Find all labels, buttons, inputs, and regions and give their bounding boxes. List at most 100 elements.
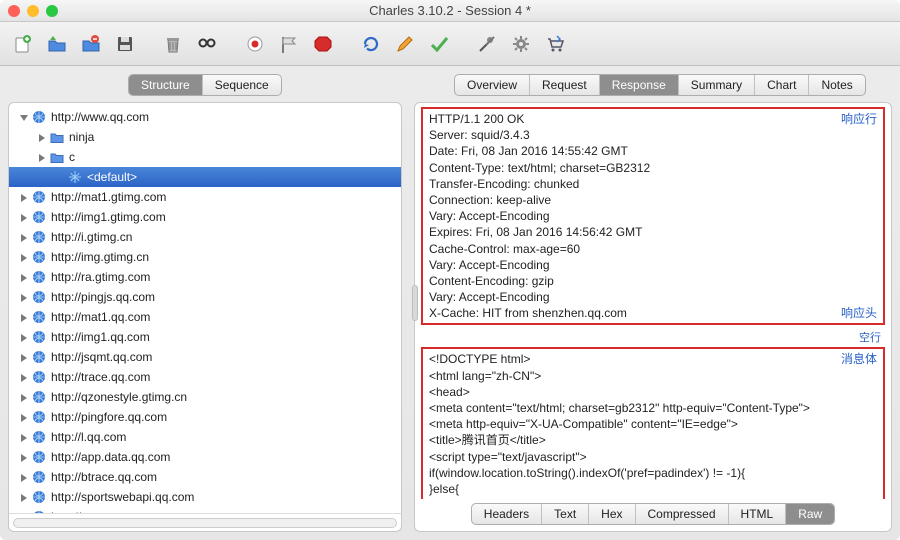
close-window-button[interactable] — [8, 5, 20, 17]
disclosure-right-icon[interactable] — [17, 491, 29, 503]
disclosure-right-icon[interactable] — [17, 291, 29, 303]
zoom-window-button[interactable] — [46, 5, 58, 17]
minimize-window-button[interactable] — [27, 5, 39, 17]
disclosure-right-icon[interactable] — [17, 271, 29, 283]
tab-request[interactable]: Request — [530, 75, 600, 95]
toolbar-record-icon[interactable] — [240, 29, 270, 59]
response-panel: 响应行 响应头 HTTP/1.1 200 OK Server: squid/3.… — [414, 102, 892, 532]
tab-overview[interactable]: Overview — [455, 75, 530, 95]
tree-host-row[interactable]: http://app.data.qq.com — [9, 447, 401, 467]
tree-host-row[interactable]: http://ra.gtimg.com — [9, 267, 401, 287]
tree-host-row[interactable]: http://trace.qq.com — [9, 367, 401, 387]
tree-host-row[interactable]: http://jsqmt.qq.com — [9, 347, 401, 367]
toolbar-trash-icon[interactable] — [158, 29, 188, 59]
format-tab-text[interactable]: Text — [542, 504, 589, 524]
blank-line-label: 空行 — [425, 329, 881, 345]
tree-host-row[interactable]: http://sportswebapi.qq.com — [9, 487, 401, 507]
toolbar — [0, 22, 900, 66]
window-controls — [8, 5, 58, 17]
response-format-tabs: HeadersTextHexCompressedHTMLRaw — [415, 499, 891, 531]
window-title: Charles 3.10.2 - Session 4 * — [369, 3, 531, 18]
tree-host-row[interactable]: http://mat1.qq.com — [9, 307, 401, 327]
disclosure-right-icon[interactable] — [17, 431, 29, 443]
tree-host-label: http://img1.gtimg.com — [51, 210, 166, 224]
tab-sequence[interactable]: Sequence — [203, 75, 281, 95]
disclosure-down-icon[interactable] — [17, 111, 29, 123]
tree-host-row[interactable]: http://btrace.qq.com — [9, 467, 401, 487]
tree-selected-row[interactable]: <default> — [9, 167, 401, 187]
tree-host-row[interactable]: http://i.gtimg.cn — [9, 227, 401, 247]
toolbar-refresh-icon[interactable] — [356, 29, 386, 59]
tree-folder-row[interactable]: ninja — [9, 127, 401, 147]
headers-label: 响应头 — [841, 305, 877, 321]
response-headers-box: 响应行 响应头 HTTP/1.1 200 OK Server: squid/3.… — [421, 107, 885, 325]
tree-host-label: http://app.data.qq.com — [51, 450, 170, 464]
tree-item-label: <default> — [87, 170, 137, 184]
tab-response[interactable]: Response — [600, 75, 679, 95]
disclosure-right-icon[interactable] — [17, 331, 29, 343]
globe-icon — [31, 209, 47, 225]
toolbar-open-icon[interactable] — [42, 29, 72, 59]
disclosure-right-icon[interactable] — [17, 211, 29, 223]
disclosure-right-icon[interactable] — [17, 451, 29, 463]
toolbar-edit-icon[interactable] — [390, 29, 420, 59]
body-label: 消息体 — [841, 351, 877, 367]
format-tab-raw[interactable]: Raw — [786, 504, 834, 524]
globe-icon — [31, 289, 47, 305]
right-view-tabs: OverviewRequestResponseSummaryChartNotes — [454, 74, 866, 96]
response-content[interactable]: 响应行 响应头 HTTP/1.1 200 OK Server: squid/3.… — [415, 103, 891, 499]
format-tab-compressed[interactable]: Compressed — [636, 504, 729, 524]
host-tree[interactable]: http://www.qq.comninja c <default> http://m… — [9, 103, 401, 513]
tree-folder-row[interactable]: c — [9, 147, 401, 167]
toolbar-stop-icon[interactable] — [308, 29, 338, 59]
disclosure-right-icon[interactable] — [17, 231, 29, 243]
toolbar-new-icon[interactable] — [8, 29, 38, 59]
tree-horizontal-scrollbar[interactable] — [9, 513, 401, 531]
titlebar: Charles 3.10.2 - Session 4 * — [0, 0, 900, 22]
format-tab-hex[interactable]: Hex — [589, 504, 635, 524]
toolbar-close-icon[interactable] — [76, 29, 106, 59]
toolbar-save-icon[interactable] — [110, 29, 140, 59]
tab-chart[interactable]: Chart — [755, 75, 809, 95]
toolbar-flag-icon[interactable] — [274, 29, 304, 59]
globe-icon — [31, 449, 47, 465]
tree-host-row[interactable]: http://img.gtimg.cn — [9, 247, 401, 267]
toolbar-find-icon[interactable] — [192, 29, 222, 59]
globe-icon — [31, 349, 47, 365]
tree-host-label: http://ra.gtimg.com — [51, 270, 150, 284]
toolbar-check-icon[interactable] — [424, 29, 454, 59]
disclosure-right-icon[interactable] — [17, 411, 29, 423]
tree-host-row[interactable]: http://qzonestyle.gtimg.cn — [9, 387, 401, 407]
disclosure-right-icon[interactable] — [17, 371, 29, 383]
splitter-handle[interactable] — [406, 283, 424, 323]
disclosure-right-icon[interactable] — [35, 151, 47, 163]
tree-host-row[interactable]: http://pingfore.qq.com — [9, 407, 401, 427]
globe-icon — [31, 389, 47, 405]
app-window: Charles 3.10.2 - Session 4 * Structure S… — [0, 0, 900, 540]
tab-notes[interactable]: Notes — [809, 75, 864, 95]
toolbar-tools-icon[interactable] — [472, 29, 502, 59]
format-tab-html[interactable]: HTML — [729, 504, 787, 524]
tab-summary[interactable]: Summary — [679, 75, 755, 95]
tree-folder-label: c — [69, 150, 75, 164]
format-tab-headers[interactable]: Headers — [472, 504, 542, 524]
tree-host-row[interactable]: http://l.qq.com — [9, 427, 401, 447]
toolbar-gear-icon[interactable] — [506, 29, 536, 59]
disclosure-right-icon[interactable] — [17, 471, 29, 483]
disclosure-right-icon[interactable] — [17, 251, 29, 263]
disclosure-right-icon[interactable] — [35, 131, 47, 143]
tree-host-label: http://jsqmt.qq.com — [51, 350, 152, 364]
tab-structure[interactable]: Structure — [129, 75, 203, 95]
disclosure-right-icon[interactable] — [17, 191, 29, 203]
disclosure-right-icon[interactable] — [17, 311, 29, 323]
tree-host-row[interactable]: http://img1.gtimg.com — [9, 207, 401, 227]
tree-host-row[interactable]: http://img1.qq.com — [9, 327, 401, 347]
tree-host-label: http://trace.qq.com — [51, 370, 150, 384]
disclosure-right-icon[interactable] — [17, 391, 29, 403]
toolbar-cart-icon[interactable] — [540, 29, 570, 59]
tree-panel: http://www.qq.comninja c <default> http://m… — [8, 102, 402, 532]
tree-host-row[interactable]: http://pingjs.qq.com — [9, 287, 401, 307]
tree-host-row[interactable]: http://mat1.gtimg.com — [9, 187, 401, 207]
tree-host-row[interactable]: http://www.qq.com — [9, 107, 401, 127]
disclosure-right-icon[interactable] — [17, 351, 29, 363]
